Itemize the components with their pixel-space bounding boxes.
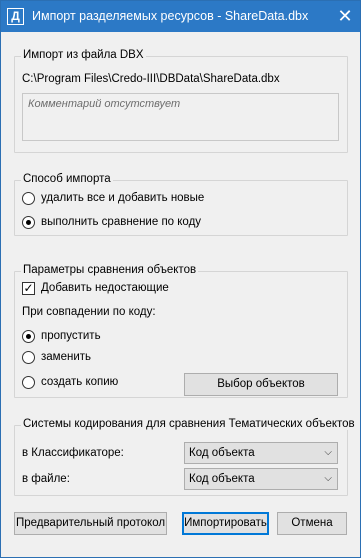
coding-systems-group-title: Системы кодирования для сравнения Темати…: [21, 418, 357, 430]
classifier-coding-value: Код объекта: [189, 447, 255, 459]
on-match-label: При совпадении по коду:: [22, 306, 156, 318]
app-icon: Д: [7, 8, 24, 25]
add-missing-label[interactable]: Добавить недостающие: [41, 282, 169, 294]
classifier-coding-select[interactable]: Код объекта ⌵: [184, 442, 338, 464]
file-coding-value: Код объекта: [189, 473, 255, 485]
select-objects-button[interactable]: Выбор объектов: [184, 373, 338, 396]
radio-delete-all[interactable]: [22, 192, 35, 205]
cancel-button[interactable]: Отмена: [277, 512, 347, 535]
classifier-label: в Классификаторе:: [22, 447, 124, 459]
add-missing-checkbox[interactable]: ✓: [22, 282, 35, 295]
import-dbx-group-title: Импорт из файла DBX: [21, 49, 146, 61]
import-method-group-title: Способ импорта: [21, 173, 113, 185]
file-label: в файле:: [22, 473, 70, 485]
radio-compare-by-code[interactable]: [22, 216, 35, 229]
radio-create-copy-label[interactable]: создать копию: [41, 376, 118, 388]
title-bar[interactable]: Д Импорт разделяемых ресурсов - ShareDat…: [1, 1, 360, 32]
radio-replace[interactable]: [22, 351, 35, 364]
radio-skip-label[interactable]: пропустить: [41, 330, 101, 342]
radio-replace-label[interactable]: заменить: [41, 351, 91, 363]
import-dialog-window: Д Импорт разделяемых ресурсов - ShareDat…: [0, 0, 361, 558]
close-button[interactable]: ✕: [330, 1, 360, 32]
radio-create-copy[interactable]: [22, 376, 35, 389]
compare-params-group-title: Параметры сравнения объектов: [21, 264, 199, 276]
radio-skip[interactable]: [22, 330, 35, 343]
chevron-down-icon: ⌵: [324, 473, 332, 484]
radio-delete-all-label[interactable]: удалить все и добавить новые: [41, 192, 204, 204]
import-button[interactable]: Импортировать: [182, 512, 269, 535]
chevron-down-icon: ⌵: [324, 447, 332, 458]
radio-compare-by-code-label[interactable]: выполнить сравнение по коду: [41, 216, 201, 228]
comment-box: Комментарий отсутствует: [22, 93, 339, 141]
file-coding-select[interactable]: Код объекта ⌵: [184, 468, 338, 490]
dbx-file-path: C:\Program Files\Credo-III\DBData\ShareD…: [22, 73, 280, 85]
window-title: Импорт разделяемых ресурсов - ShareData.…: [32, 9, 309, 23]
preview-protocol-button[interactable]: Предварительный протокол: [14, 512, 167, 535]
